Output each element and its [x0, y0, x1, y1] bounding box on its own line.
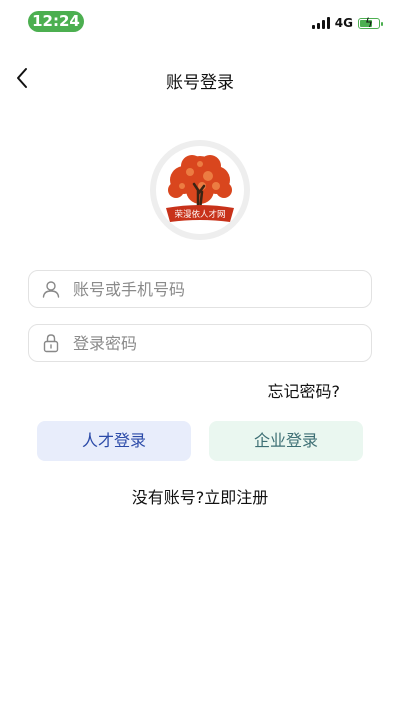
- user-icon: [29, 279, 73, 299]
- lock-icon: [29, 333, 73, 353]
- nav-bar: 账号登录: [0, 58, 400, 98]
- status-bar: 12:24 4G ϟ: [0, 0, 400, 44]
- page-title: 账号登录: [166, 73, 234, 93]
- password-field[interactable]: [28, 324, 372, 362]
- account-field[interactable]: [28, 270, 372, 308]
- register-row: 没有账号?立即注册: [0, 484, 400, 508]
- app-logo: 荣漫依人才网: [150, 140, 250, 240]
- register-prompt: 没有账号?: [131, 488, 205, 507]
- logo-text: 荣漫依人才网: [174, 209, 225, 220]
- register-link[interactable]: 立即注册: [204, 488, 268, 507]
- status-time: 12:24: [28, 11, 84, 32]
- signal-icon: [311, 17, 330, 29]
- account-input[interactable]: [73, 272, 371, 306]
- status-indicators: 4G ϟ: [311, 14, 383, 32]
- battery-icon: ϟ: [358, 16, 383, 30]
- talent-login-button[interactable]: 人才登录: [37, 421, 191, 461]
- network-type: 4G: [334, 16, 353, 30]
- company-login-button[interactable]: 企业登录: [209, 421, 363, 461]
- password-input[interactable]: [73, 326, 371, 360]
- logo-image: 荣漫依人才网: [156, 146, 244, 234]
- forgot-password-link[interactable]: 忘记密码?: [268, 378, 341, 402]
